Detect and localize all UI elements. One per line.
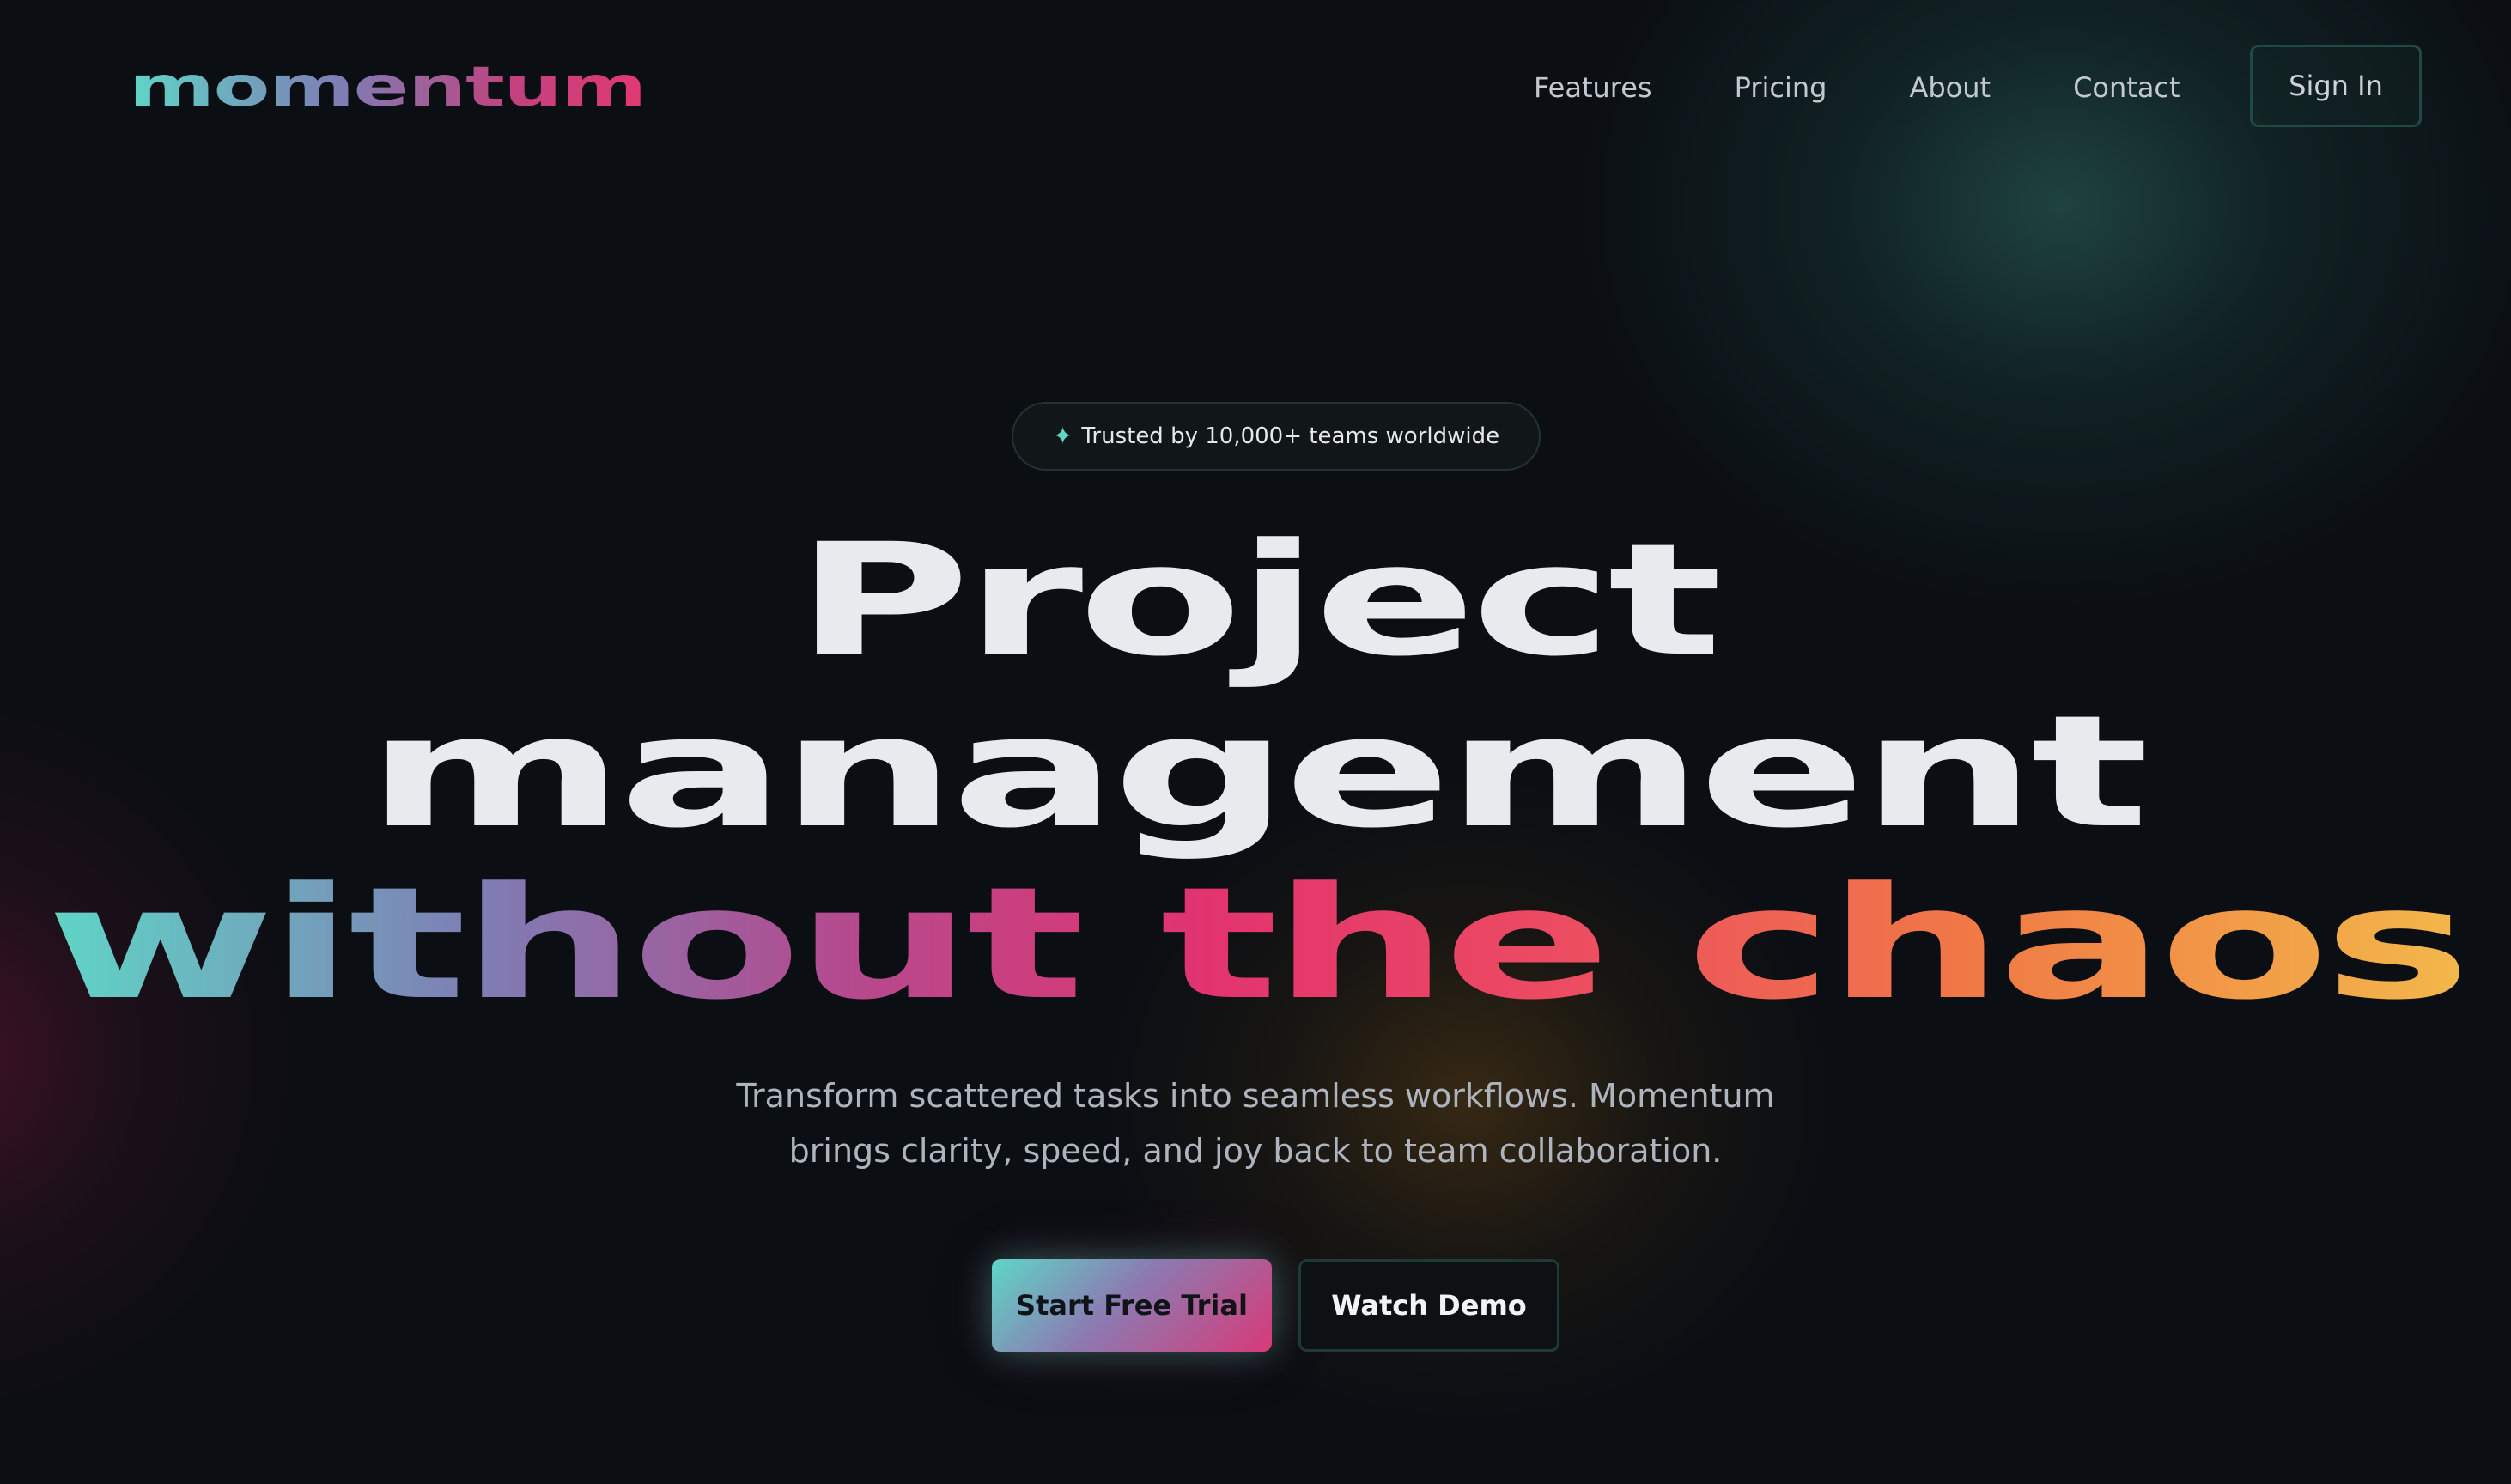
sparkle-icon: ✦ <box>1052 422 1073 450</box>
headline-line-1: Project <box>0 515 2511 687</box>
nav-link-features[interactable]: Features <box>1534 64 1652 111</box>
hero-subtitle-line-2: brings clarity, speed, and joy back to t… <box>788 1132 1723 1170</box>
headline-line-2-text: management <box>367 683 2149 862</box>
nav-link-contact[interactable]: Contact <box>2073 64 2180 111</box>
brand-logo[interactable]: momentum <box>129 53 647 122</box>
hero-headline: Project management without the chaos <box>0 515 2511 1031</box>
headline-line-3-gradient-text: without the chaos <box>46 855 2471 1034</box>
nav-link-pricing[interactable]: Pricing <box>1735 64 1827 111</box>
landing-page: momentum Features Pricing About Contact … <box>0 0 2511 1484</box>
sign-in-button[interactable]: Sign In <box>2250 45 2422 127</box>
trust-badge: ✦ Trusted by 10,000+ teams worldwide <box>1012 402 1541 471</box>
headline-line-2: management <box>0 687 2511 859</box>
headline-line-1-text: Project <box>794 511 1722 690</box>
hero-subtitle-line-1: Transform scattered tasks into seamless … <box>736 1077 1775 1115</box>
top-navigation: momentum Features Pricing About Contact … <box>0 0 2511 172</box>
headline-line-3: without the chaos <box>0 859 2511 1031</box>
nav-link-about[interactable]: About <box>1909 64 1991 111</box>
trust-badge-text: Trusted by 10,000+ teams worldwide <box>1081 423 1500 449</box>
watch-demo-button[interactable]: Watch Demo <box>1298 1259 1559 1352</box>
hero-subtitle: Transform scattered tasks into seamless … <box>654 1068 1857 1178</box>
nav-links: Features Pricing About Contact <box>1534 64 2263 111</box>
start-free-trial-button[interactable]: Start Free Trial <box>992 1259 1272 1352</box>
